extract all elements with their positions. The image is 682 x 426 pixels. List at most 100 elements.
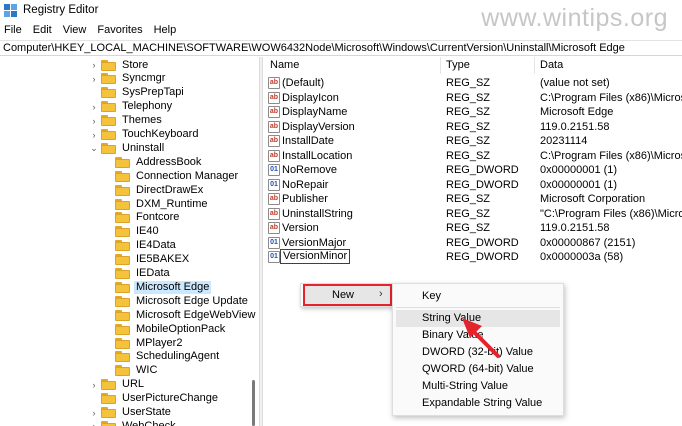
column-header-data[interactable]: Data xyxy=(534,57,682,74)
value-row[interactable]: ab UninstallString REG_SZ "C:\Program Files… xyxy=(264,207,682,222)
tree-item[interactable]: › URL xyxy=(90,378,146,392)
tree-item[interactable]: Connection Manager xyxy=(104,169,240,183)
tree-scrollbar-thumb[interactable] xyxy=(252,380,255,426)
tree-item-label: Store xyxy=(122,58,149,71)
value-row[interactable]: 01 NoRepair REG_DWORD 0x00000001 (1) xyxy=(264,178,682,193)
tree-item[interactable]: UserPictureChange xyxy=(90,392,220,406)
value-type: REG_DWORD xyxy=(446,164,519,176)
tree-item[interactable]: › UserState xyxy=(90,406,173,420)
registry-editor-icon xyxy=(4,4,17,17)
menu-edit[interactable]: Edit xyxy=(29,22,59,40)
tree-item-label: Telephony xyxy=(122,100,173,113)
value-row[interactable]: ab Publisher REG_SZ Microsoft Corporation xyxy=(264,192,682,207)
tree-item[interactable]: IE4Data xyxy=(104,239,178,253)
column-header-type[interactable]: Type xyxy=(440,57,534,74)
tree-item-label: Syncmgr xyxy=(122,72,166,85)
menu-view[interactable]: View xyxy=(59,22,94,40)
submenu-item-qword-64-bit-value[interactable]: QWORD (64-bit) Value xyxy=(396,361,560,378)
tree-item[interactable]: › TouchKeyboard xyxy=(90,128,200,142)
value-row[interactable]: 01 VersionMinor REG_DWORD 0x0000003a (58) xyxy=(264,249,682,265)
menu-bar: File Edit View Favorites Help xyxy=(0,22,682,40)
expand-chevron-icon[interactable]: › xyxy=(90,74,98,84)
tree-item[interactable]: Microsoft Edge xyxy=(104,280,212,294)
string-value-icon: ab xyxy=(268,207,280,220)
tree-item[interactable]: Microsoft Edge Update xyxy=(104,294,250,308)
tree-item-label: UserState xyxy=(122,406,171,418)
tree-item[interactable]: AddressBook xyxy=(104,155,203,169)
submenu-item-binary-value[interactable]: Binary Value xyxy=(396,327,560,344)
expand-chevron-icon[interactable]: › xyxy=(90,60,98,70)
tree-item-label: SchedulingAgent xyxy=(136,350,220,363)
tree-item[interactable]: DirectDrawEx xyxy=(104,183,205,197)
tree-item[interactable]: › WebCheck xyxy=(90,419,178,426)
string-value-icon: ab xyxy=(268,91,280,104)
value-type: REG_SZ xyxy=(446,193,491,205)
value-type: REG_DWORD xyxy=(446,236,519,249)
value-row[interactable]: ab DisplayVersion REG_SZ 119.0.2151.58 xyxy=(264,120,682,135)
tree-item[interactable]: IE40 xyxy=(104,225,161,239)
registry-tree[interactable]: › Store › Syncmgr SysPrepTapi › Telephony › Them… xyxy=(0,57,258,426)
expand-chevron-icon[interactable]: › xyxy=(90,408,98,418)
expand-chevron-icon[interactable]: › xyxy=(90,102,98,112)
folder-icon xyxy=(101,407,116,418)
tree-item[interactable]: ⌄ Uninstall xyxy=(90,141,166,155)
value-row[interactable]: ab (Default) REG_SZ (value not set) xyxy=(264,76,682,91)
menu-file[interactable]: File xyxy=(0,22,29,40)
value-row[interactable]: 01 NoRemove REG_DWORD 0x00000001 (1) xyxy=(264,163,682,178)
value-row[interactable]: ab DisplayName REG_SZ Microsoft Edge xyxy=(264,105,682,120)
tree-item-label: DirectDrawEx xyxy=(136,183,204,196)
value-row[interactable]: 01 VersionMajor REG_DWORD 0x00000867 (2151) xyxy=(264,236,682,251)
address-path[interactable]: Computer\HKEY_LOCAL_MACHINE\SOFTWARE\WOW… xyxy=(3,42,625,54)
tree-item[interactable]: IEData xyxy=(104,267,172,281)
expand-chevron-icon[interactable]: › xyxy=(90,130,98,140)
value-name: DisplayIcon xyxy=(282,91,339,104)
tree-item[interactable]: › Telephony xyxy=(90,100,174,114)
folder-icon xyxy=(101,59,116,71)
submenu-item-expandable-string-value[interactable]: Expandable String Value xyxy=(396,395,560,412)
pane-splitter[interactable] xyxy=(259,57,263,426)
tree-item[interactable]: SysPrepTapi xyxy=(90,86,186,100)
folder-icon xyxy=(115,198,130,210)
folder-icon xyxy=(115,323,130,335)
tree-item[interactable]: IE5BAKEX xyxy=(104,253,191,267)
tree-item[interactable]: MobileOptionPack xyxy=(104,322,227,336)
value-name-edit-field[interactable]: VersionMinor xyxy=(280,249,351,264)
expand-chevron-icon[interactable]: › xyxy=(90,380,98,390)
value-row[interactable]: ab Version REG_SZ 119.0.2151.58 xyxy=(264,221,682,236)
tree-item[interactable]: › Syncmgr xyxy=(90,72,167,86)
folder-icon xyxy=(101,87,116,99)
title-bar: Registry Editor www.wintips.org xyxy=(0,0,682,32)
address-bar[interactable]: Computer\HKEY_LOCAL_MACHINE\SOFTWARE\WOW… xyxy=(0,40,682,56)
value-type: REG_SZ xyxy=(446,222,491,234)
folder-icon xyxy=(101,379,116,391)
submenu-item-dword-32-bit-value[interactable]: DWORD (32-bit) Value xyxy=(396,344,560,361)
value-name: DisplayName xyxy=(282,106,348,118)
submenu-item-key[interactable]: Key xyxy=(396,288,560,305)
tree-item[interactable]: Microsoft EdgeWebView xyxy=(104,308,257,322)
submenu-item-string-value[interactable]: String Value xyxy=(396,310,560,327)
menu-help[interactable]: Help xyxy=(150,22,184,40)
tree-item[interactable]: WIC xyxy=(104,364,159,378)
tree-item[interactable]: › Store xyxy=(90,58,150,72)
menu-item-new[interactable]: New › xyxy=(304,286,390,305)
tree-item[interactable]: SchedulingAgent xyxy=(104,350,221,364)
tree-item-label: MPlayer2 xyxy=(136,336,183,349)
tree-item[interactable]: › Themes xyxy=(90,114,164,128)
expand-chevron-icon[interactable]: › xyxy=(90,421,98,426)
tree-item[interactable]: MPlayer2 xyxy=(104,336,184,350)
expand-chevron-icon[interactable]: › xyxy=(90,116,98,126)
string-value-icon: ab xyxy=(268,106,280,118)
tree-item[interactable]: DXM_Runtime xyxy=(104,197,210,211)
tree-item[interactable]: Fontcore xyxy=(104,211,181,225)
value-row[interactable]: ab InstallLocation REG_SZ C:\Program Files … xyxy=(264,149,682,164)
binary-value-icon: 01 xyxy=(268,251,280,263)
column-header-name[interactable]: Name xyxy=(264,57,444,74)
folder-icon xyxy=(101,420,116,426)
value-name: InstallDate xyxy=(282,135,334,147)
collapse-chevron-icon[interactable]: ⌄ xyxy=(90,143,98,154)
submenu-item-multi-string-value[interactable]: Multi-String Value xyxy=(396,378,560,395)
folder-icon xyxy=(115,226,130,238)
menu-favorites[interactable]: Favorites xyxy=(93,22,149,40)
value-row[interactable]: ab InstallDate REG_SZ 20231114 xyxy=(264,134,682,149)
value-row[interactable]: ab DisplayIcon REG_SZ C:\Program Files (x86… xyxy=(264,91,682,106)
